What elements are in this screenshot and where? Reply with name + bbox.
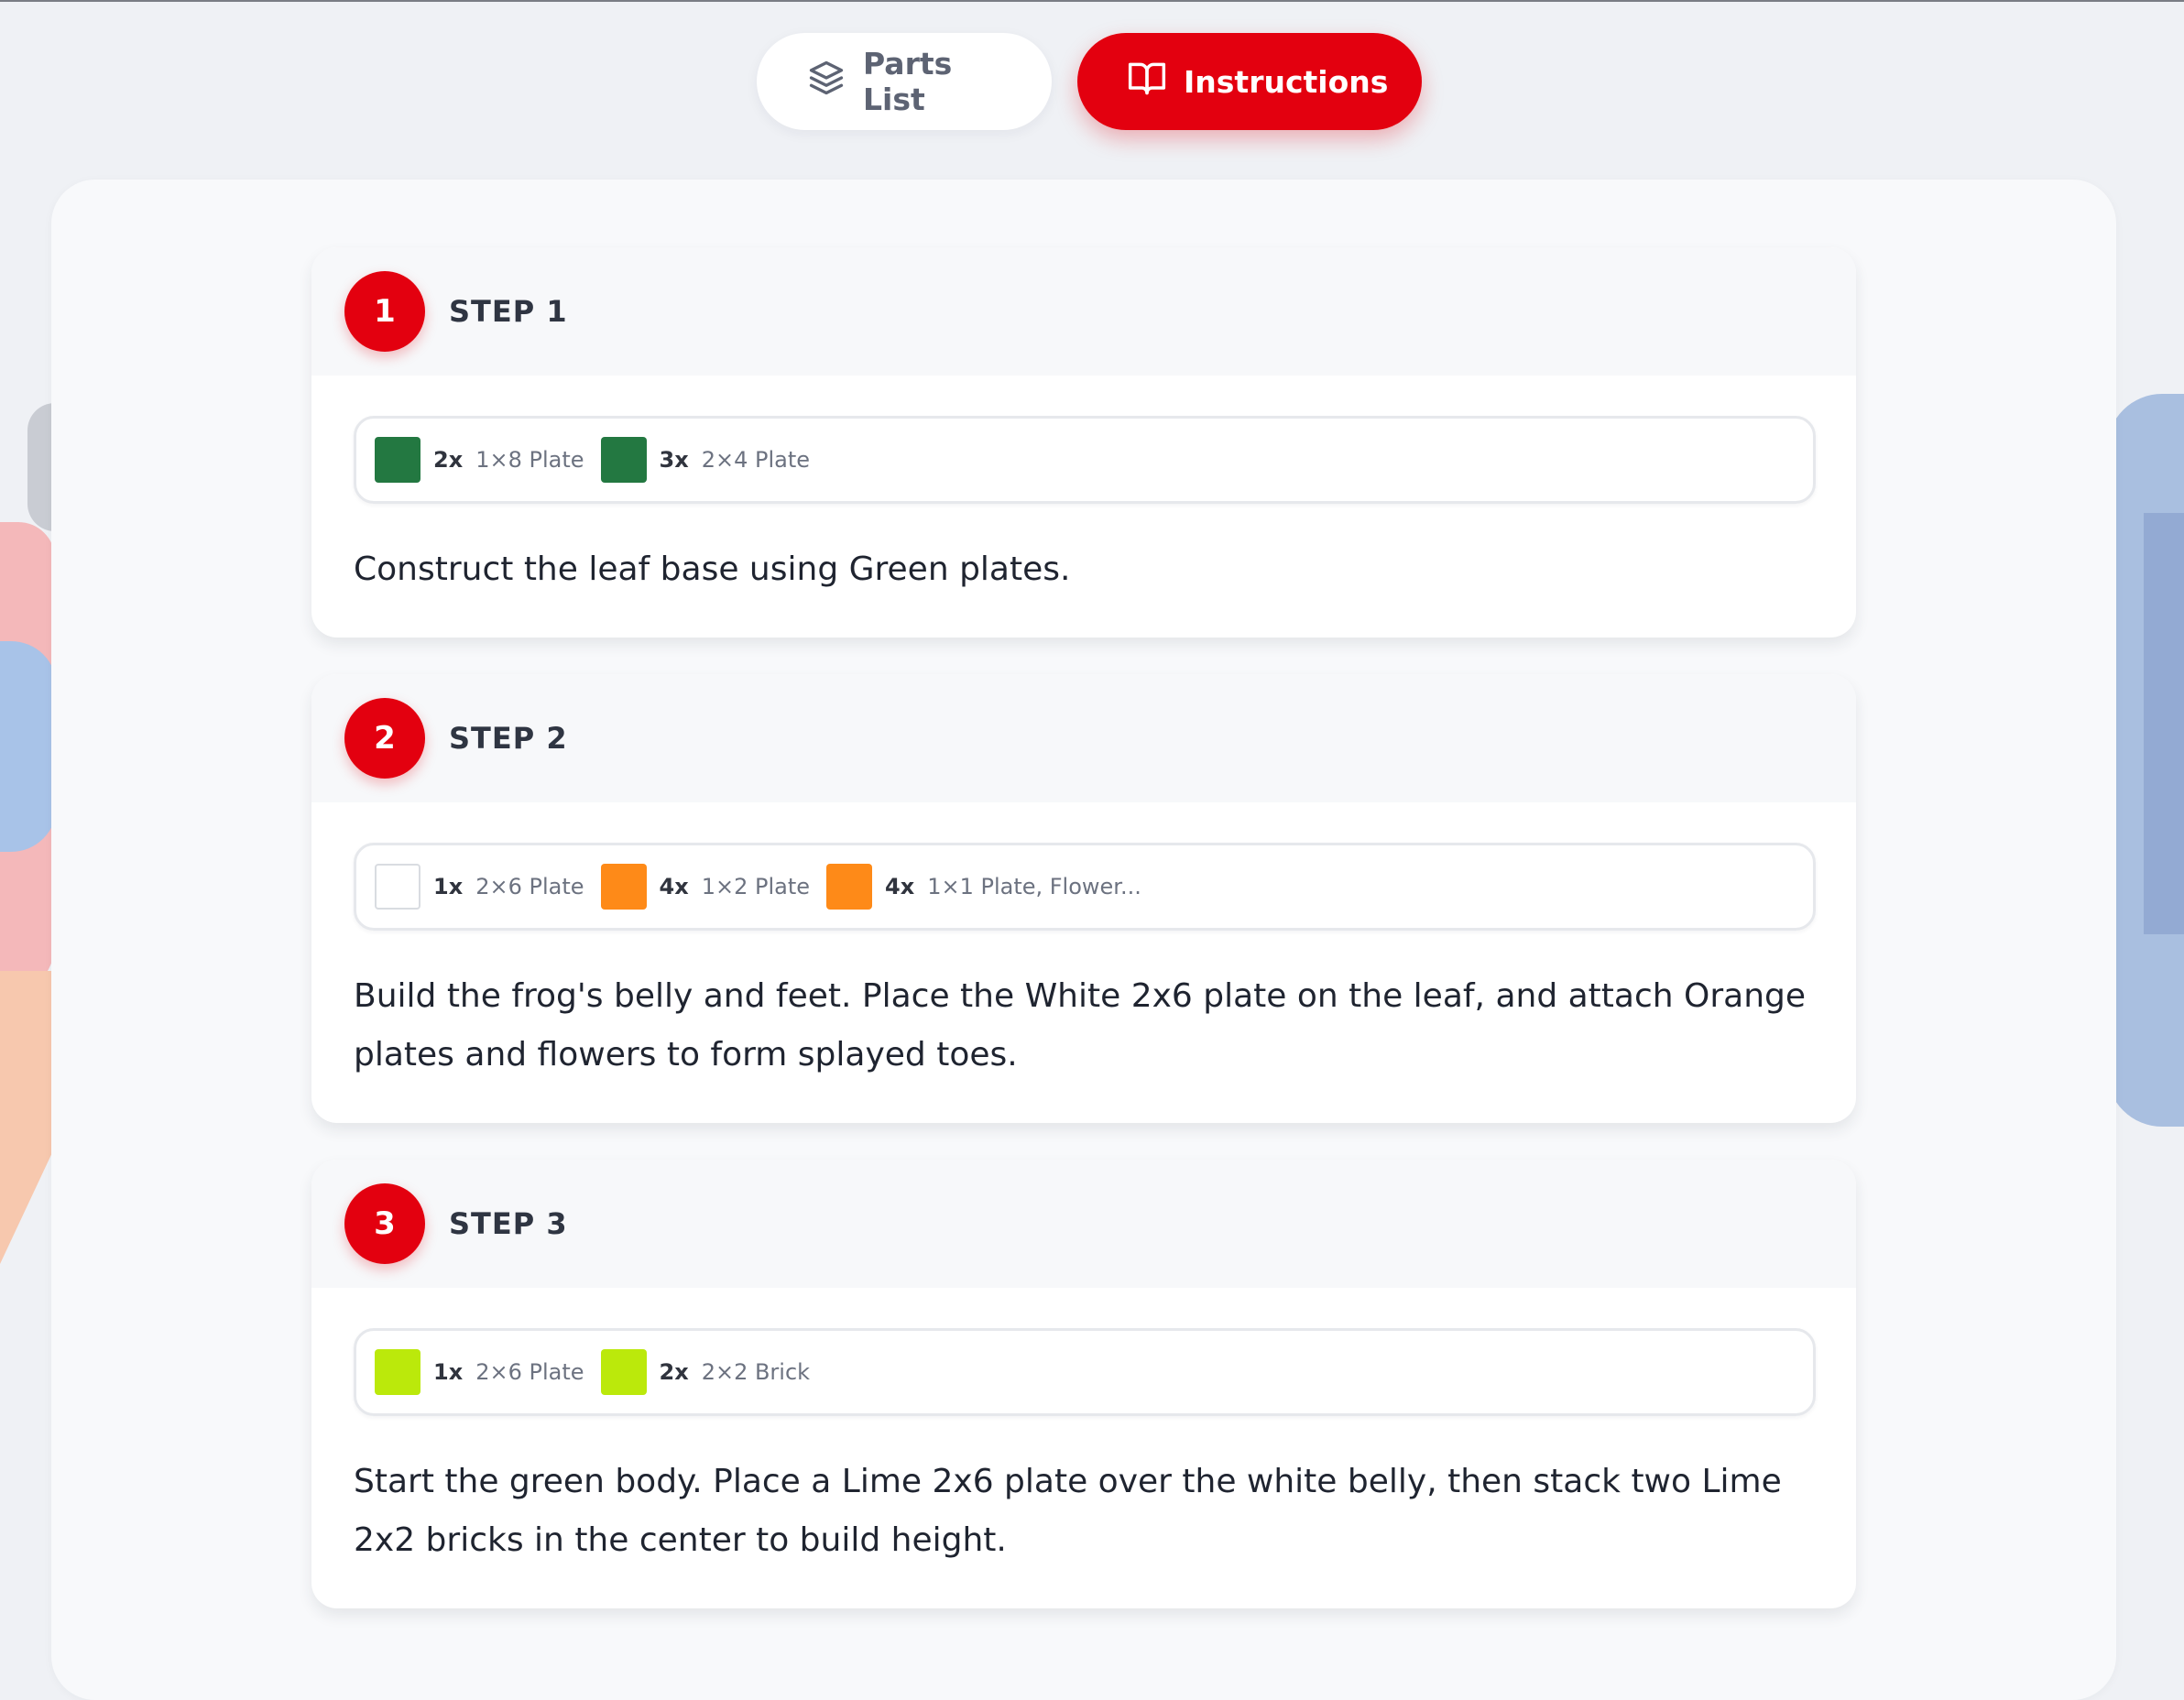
part-name: 1×2 Plate: [701, 874, 810, 899]
window-top-border: [0, 0, 2184, 2]
part-color-swatch: [375, 1349, 420, 1395]
part-name: 2×2 Brick: [701, 1359, 811, 1385]
layers-icon: [806, 58, 846, 105]
step-title: STEP 1: [449, 294, 568, 329]
part-color-swatch: [375, 437, 420, 483]
part-name: 1×1 Plate, Flower...: [927, 874, 1141, 899]
part-item: 1x 2×6 Plate: [375, 1349, 584, 1395]
step-description: Build the frog's belly and feet. Place t…: [354, 977, 1807, 1073]
step-parts-list: 2x 1×8 Plate 3x 2×4 Plate: [354, 416, 1816, 504]
part-item: 4x 1×2 Plate: [600, 864, 810, 910]
part-item: 1x 2×6 Plate: [375, 864, 584, 910]
background-figure: [0, 641, 57, 852]
step-number-badge: 2: [344, 698, 425, 779]
part-color-swatch: [600, 437, 647, 483]
part-color-swatch: [600, 864, 647, 910]
step-parts-list: 1x 2×6 Plate 2x 2×2 Brick: [354, 1328, 1816, 1416]
tab-parts-list[interactable]: Parts List: [757, 33, 1052, 130]
step-title: STEP 3: [449, 1206, 568, 1241]
step-card: 2 STEP 2 1x 2×6 Plate 4x 1×2 Plate 4x 1×…: [311, 674, 1856, 1123]
step-number-badge: 1: [344, 271, 425, 352]
tab-instructions-label: Instructions: [1184, 63, 1389, 100]
part-quantity: 2x: [433, 447, 464, 473]
part-item: 2x 2×2 Brick: [600, 1349, 811, 1395]
part-quantity: 4x: [885, 874, 915, 899]
step-header: 1 STEP 1: [311, 247, 1856, 376]
step-card: 1 STEP 1 2x 1×8 Plate 3x 2×4 Plate Const…: [311, 247, 1856, 638]
part-quantity: 2x: [659, 1359, 689, 1385]
step-parts-list: 1x 2×6 Plate 4x 1×2 Plate 4x 1×1 Plate, …: [354, 843, 1816, 931]
tab-instructions[interactable]: Instructions: [1077, 33, 1422, 130]
part-quantity: 1x: [433, 1359, 464, 1385]
part-quantity: 1x: [433, 874, 464, 899]
part-quantity: 3x: [659, 447, 689, 473]
step-header: 2 STEP 2: [311, 674, 1856, 802]
step-description: Construct the leaf base using Green plat…: [354, 550, 1071, 588]
background-figure: [0, 971, 55, 1264]
step-card: 3 STEP 3 1x 2×6 Plate 2x 2×2 Brick Start…: [311, 1160, 1856, 1608]
part-name: 1×8 Plate: [475, 447, 584, 473]
part-color-swatch: [375, 864, 420, 910]
part-item: 3x 2×4 Plate: [600, 437, 810, 483]
step-title: STEP 2: [449, 721, 568, 756]
step-header: 3 STEP 3: [311, 1160, 1856, 1288]
step-description: Start the green body. Place a Lime 2x6 p…: [354, 1463, 1782, 1559]
part-color-swatch: [826, 864, 872, 910]
part-color-swatch: [600, 1349, 647, 1395]
view-tabs: Parts List Instructions: [757, 33, 1422, 130]
step-number-badge: 3: [344, 1183, 425, 1264]
background-figure: [2144, 513, 2184, 934]
part-name: 2×4 Plate: [701, 447, 810, 473]
book-icon: [1127, 58, 1167, 105]
part-name: 2×6 Plate: [475, 874, 584, 899]
part-item: 4x 1×1 Plate, Flower...: [826, 864, 1141, 910]
part-quantity: 4x: [659, 874, 689, 899]
part-name: 2×6 Plate: [475, 1359, 584, 1385]
part-item: 2x 1×8 Plate: [375, 437, 584, 483]
tab-parts-list-label: Parts List: [863, 46, 953, 117]
